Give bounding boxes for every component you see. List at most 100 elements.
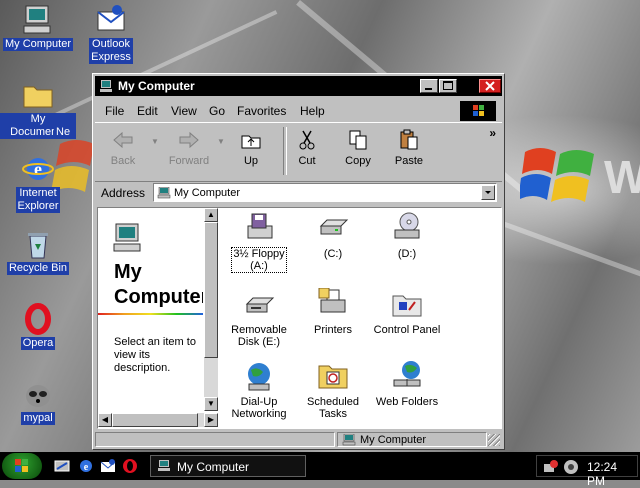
scroll-left-button[interactable]: ◀ <box>98 413 112 427</box>
minimize-button[interactable] <box>420 79 438 93</box>
desktop-icon-label: Outlook Express <box>89 38 133 64</box>
toolbar-overflow-button[interactable]: » <box>489 126 496 140</box>
network-status-icon[interactable] <box>543 459 559 475</box>
info-panel: My Computer Select an item to view its d… <box>98 208 203 428</box>
my-computer-icon <box>100 80 112 92</box>
panel-title-line: My <box>114 261 142 283</box>
menu-help[interactable]: Help <box>300 104 325 118</box>
menu-file[interactable]: File <box>105 104 124 118</box>
address-input[interactable]: My Computer <box>153 183 497 202</box>
desktop-icon-network[interactable]: Ne <box>54 126 94 139</box>
copy-button[interactable]: Copy <box>332 129 384 167</box>
my-computer-icon <box>342 434 356 446</box>
forward-label: Forward <box>168 155 210 167</box>
window-title: My Computer <box>118 79 195 93</box>
address-value: My Computer <box>174 187 241 199</box>
minimize-icon <box>425 88 432 90</box>
menu-edit[interactable]: Edit <box>137 104 158 118</box>
floppy-drive-icon <box>243 212 275 244</box>
paste-button[interactable]: Paste <box>383 129 435 167</box>
scroll-thumb[interactable] <box>204 222 218 358</box>
menu-go[interactable]: Go <box>209 104 225 118</box>
outlook-express-icon[interactable] <box>100 458 116 474</box>
panel-title: My Computer <box>114 260 203 310</box>
my-computer-icon <box>113 223 141 252</box>
desktop-icon-recycle-bin[interactable]: Recycle Bin <box>0 228 76 275</box>
desktop-icon-label: mypal <box>21 412 55 425</box>
menu-view[interactable]: View <box>171 104 197 118</box>
status-pane-left <box>95 432 335 447</box>
horizontal-scrollbar[interactable]: ◀ ▶ <box>98 413 218 427</box>
maximize-button[interactable] <box>439 79 457 93</box>
clock[interactable]: 12:24 PM <box>587 460 637 488</box>
scroll-up-button[interactable]: ▲ <box>204 208 218 222</box>
chevron-down-icon[interactable]: ▼ <box>217 137 225 146</box>
up-button[interactable]: Up <box>225 129 277 167</box>
scissors-icon <box>296 129 318 151</box>
item-control-panel[interactable]: Control Panel <box>370 288 444 336</box>
opera-icon[interactable] <box>122 458 138 474</box>
address-label: Address <box>101 186 146 200</box>
paste-label: Paste <box>394 155 424 167</box>
paste-icon <box>398 129 420 151</box>
desktop-icon-my-computer[interactable]: My Computer <box>0 4 76 51</box>
svg-text:e: e <box>84 462 89 473</box>
address-dropdown-button[interactable] <box>481 185 495 200</box>
chevron-down-icon <box>485 191 491 194</box>
cd-drive-icon <box>391 212 423 244</box>
item-dial-up-networking[interactable]: Dial-Up Networking <box>222 360 296 420</box>
recycle-bin-icon <box>22 228 54 260</box>
my-computer-icon <box>157 187 171 199</box>
my-computer-window[interactable]: My Computer File Edit View Go Favorites … <box>92 73 505 450</box>
item-floppy-drive[interactable]: 3½ Floppy (A:) <box>222 212 296 273</box>
item-printers[interactable]: Printers <box>296 287 370 336</box>
folder-view[interactable]: My Computer Select an item to view its d… <box>97 207 502 429</box>
taskbar-button-my-computer[interactable]: My Computer <box>150 455 306 477</box>
resize-grip[interactable] <box>488 434 500 446</box>
scroll-thumb[interactable] <box>112 413 198 427</box>
vertical-scrollbar[interactable]: ▲ ▼ <box>204 208 218 411</box>
cut-button[interactable]: Cut <box>281 129 333 167</box>
status-pane-zone: My Computer <box>337 432 487 447</box>
mypal-icon <box>22 378 54 410</box>
item-label: Web Folders <box>375 396 439 408</box>
taskbar: e My Computer 12:24 PM <box>0 452 640 488</box>
start-button[interactable] <box>2 453 42 479</box>
scroll-right-button[interactable]: ▶ <box>204 413 218 427</box>
desktop-icon-internet-explorer[interactable]: e Internet Explorer <box>0 153 76 213</box>
desktop-icon-outlook-express[interactable]: Outlook Express <box>73 4 149 64</box>
item-removable-disk[interactable]: Removable Disk (E:) <box>222 288 296 348</box>
folder-icon <box>22 79 54 111</box>
back-button[interactable]: Back <box>97 129 149 167</box>
show-desktop-icon[interactable] <box>54 458 70 474</box>
item-label: Control Panel <box>373 324 441 336</box>
item-label: Removable Disk (E:) <box>231 324 287 348</box>
chevron-down-icon[interactable]: ▼ <box>151 137 159 146</box>
item-drive-c[interactable]: (C:) <box>296 212 370 260</box>
windows-flag-icon <box>473 105 484 116</box>
item-scheduled-tasks[interactable]: Scheduled Tasks <box>296 360 370 420</box>
dial-up-networking-icon <box>243 360 275 392</box>
title-bar[interactable]: My Computer <box>95 76 502 96</box>
menu-favorites[interactable]: Favorites <box>237 104 286 118</box>
close-button[interactable] <box>479 79 501 93</box>
removable-disk-icon <box>243 288 275 320</box>
internet-explorer-icon[interactable]: e <box>78 458 94 474</box>
forward-button[interactable]: Forward <box>161 129 217 167</box>
panel-divider <box>98 313 203 315</box>
my-computer-icon <box>22 4 54 36</box>
volume-icon[interactable] <box>563 459 579 475</box>
item-web-folders[interactable]: Web Folders <box>370 360 444 408</box>
item-label: 3½ Floppy (A:) <box>231 247 287 273</box>
windows-logo-icon <box>15 459 28 472</box>
scheduled-tasks-icon <box>317 360 349 392</box>
standard-toolbar: Back ▼ Forward ▼ Up Cut Copy Paste » <box>95 122 502 182</box>
desktop-icon-mypal[interactable]: mypal <box>0 378 76 425</box>
desktop-icon-opera[interactable]: Opera <box>0 303 76 350</box>
close-icon <box>485 81 495 91</box>
web-folders-icon <box>391 360 423 392</box>
wallpaper-logo-mark: W <box>604 151 640 203</box>
desktop-icon-label: Ne <box>54 126 73 139</box>
item-drive-d[interactable]: (D:) <box>370 212 444 260</box>
scroll-down-button[interactable]: ▼ <box>204 397 218 411</box>
